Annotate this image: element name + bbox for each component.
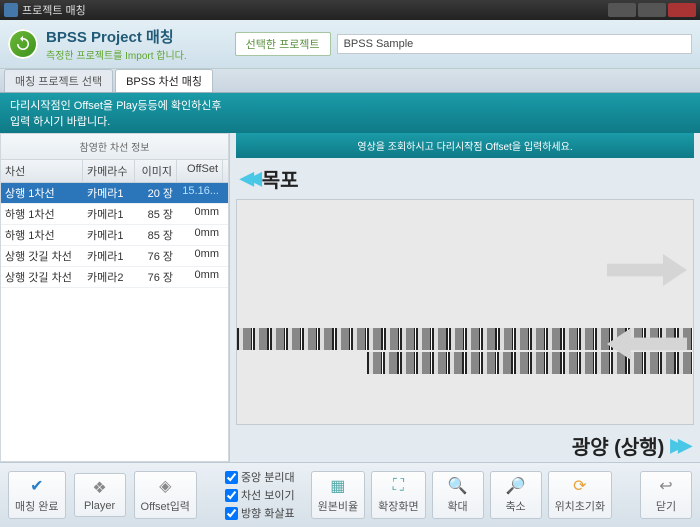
app-icon — [4, 3, 18, 17]
direction-arrow-right-icon — [607, 250, 687, 290]
expand-icon: ⛶ — [388, 476, 408, 496]
lane-grid: 차선 카메라수 이미지 OffSet 상행 1차선 카메라1 20 장 15.1… — [0, 160, 229, 462]
table-row[interactable]: 상행 갓길 차선 카메라1 76 장 0mm — [1, 246, 228, 267]
complete-button[interactable]: ✔ 매칭 완료 — [8, 471, 66, 519]
video-viewport[interactable] — [236, 199, 694, 425]
close-footer-button[interactable]: ↩닫기 — [640, 471, 692, 519]
project-name-field[interactable]: BPSS Sample — [337, 34, 692, 54]
header: BPSS Project 매칭 측정한 프로젝트를 Import 합니다. 선택… — [0, 20, 700, 69]
table-row[interactable]: 상행 갓길 차선 카메라2 76 장 0mm — [1, 267, 228, 288]
direction-right-label: 광양 (상행) — [572, 431, 664, 460]
player-button[interactable]: ❖ Player — [74, 473, 126, 517]
window-title: 프로젝트 매칭 — [22, 2, 606, 18]
page-subtitle: 측정한 프로젝트를 Import 합니다. — [46, 47, 187, 62]
zoom-out-icon: 🔎 — [506, 476, 526, 496]
instruction-text: 다리시작점인 Offset을 Play등등에 확인하신후 입력 하시기 바랍니다… — [10, 97, 228, 129]
expand-screen-button[interactable]: ⛶확장화면 — [371, 471, 425, 519]
col-offset[interactable]: OffSet — [177, 160, 223, 182]
col-image[interactable]: 이미지 — [135, 160, 177, 182]
grid-icon: ▦ — [328, 476, 348, 496]
direction-left-label: 목포 — [262, 164, 299, 193]
center-divider-checkbox[interactable]: 중앙 분리대 — [225, 469, 295, 485]
page-title: BPSS Project 매칭 — [46, 26, 187, 47]
tab-bar: 매칭 프로젝트 선택 BPSS 차선 매칭 — [0, 69, 700, 93]
close-button[interactable] — [668, 3, 696, 17]
show-lane-checkbox[interactable]: 차선 보이기 — [225, 487, 295, 503]
zoom-in-button[interactable]: 🔍확대 — [432, 471, 484, 519]
chevron-left-icon: ◀◀ — [240, 168, 256, 189]
maximize-button[interactable] — [638, 3, 666, 17]
direction-arrow-checkbox[interactable]: 방향 화살표 — [225, 505, 295, 521]
col-lane[interactable]: 차선 — [1, 160, 83, 182]
lane-panel-title: 참영한 차선 정보 — [0, 133, 229, 160]
select-project-button[interactable]: 선택한 프로젝트 — [235, 32, 331, 56]
offset-input-button[interactable]: ◈ Offset입력 — [134, 471, 197, 519]
original-ratio-button[interactable]: ▦원본비율 — [311, 471, 365, 519]
check-icon: ✔ — [27, 476, 47, 496]
refresh-icon: ⟳ — [570, 476, 590, 496]
chevron-right-icon: ▶▶ — [670, 435, 686, 456]
reset-position-button[interactable]: ⟳위치초기화 — [548, 471, 613, 519]
col-camera[interactable]: 카메라수 — [83, 160, 135, 182]
instruction-bar: 다리시작점인 Offset을 Play등등에 확인하신후 입력 하시기 바랍니다… — [0, 93, 700, 133]
viewport-instruction: 영상을 조회하시고 다리시작점 Offset을 입력하세요. — [236, 133, 694, 158]
table-row[interactable]: 하행 1차선 카메라1 85 장 0mm — [1, 204, 228, 225]
table-row[interactable]: 상행 1차선 카메라1 20 장 15.16... — [1, 183, 228, 204]
tab-lane-matching[interactable]: BPSS 차선 매칭 — [115, 69, 213, 92]
zoom-out-button[interactable]: 🔎축소 — [490, 471, 542, 519]
direction-arrow-left-icon — [607, 324, 687, 364]
tab-project-select[interactable]: 매칭 프로젝트 선택 — [4, 69, 113, 92]
table-row[interactable]: 하행 1차선 카메라1 85 장 0mm — [1, 225, 228, 246]
zoom-in-icon: 🔍 — [448, 476, 468, 496]
minimize-button[interactable] — [608, 3, 636, 17]
diamond-icon: ◈ — [155, 476, 175, 496]
layers-icon: ❖ — [90, 478, 110, 498]
exit-icon: ↩ — [656, 476, 676, 496]
refresh-logo-icon — [8, 29, 38, 59]
